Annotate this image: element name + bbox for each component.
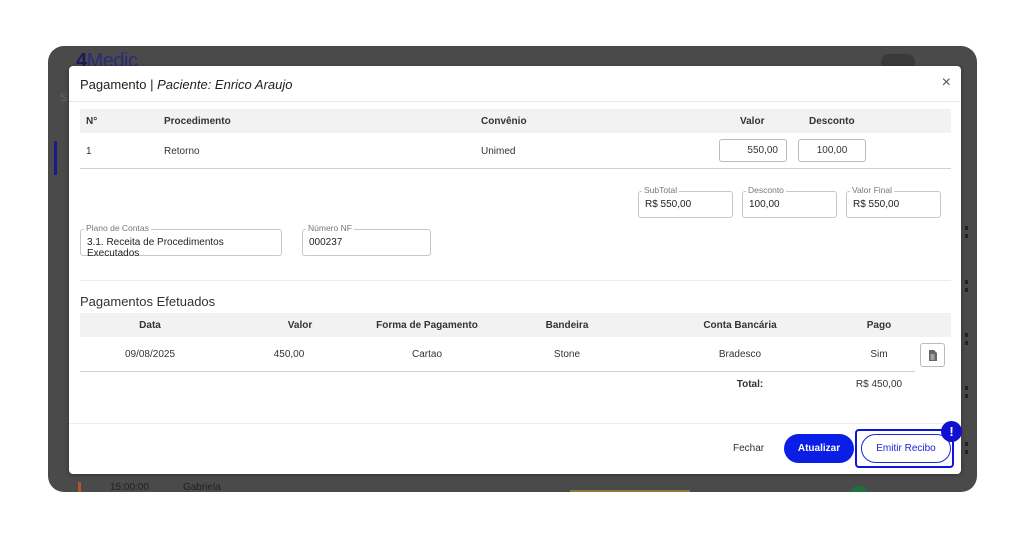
plano-de-contas-value: 3.1. Receita de Procedimentos Executados xyxy=(87,237,224,259)
background-sidebar-active-bar xyxy=(54,141,57,175)
document-icon-svg xyxy=(929,349,937,361)
fechar-button[interactable]: Fechar xyxy=(733,443,764,454)
background-kebab-icon xyxy=(965,442,968,454)
plano-de-contas-select[interactable]: Plano de Contas 3.1. Receita de Procedim… xyxy=(80,223,282,259)
valor-input[interactable]: 550,00 xyxy=(719,139,787,162)
modal-title: Pagamento | Paciente: Enrico Araujo xyxy=(80,77,293,92)
close-icon[interactable]: × xyxy=(942,74,951,92)
header-pago: Pago xyxy=(866,320,892,331)
background-kebab-icon xyxy=(965,280,968,292)
atualizar-button[interactable]: Atualizar xyxy=(784,434,854,463)
payments-total-row: Total: R$ 450,00 xyxy=(80,372,951,398)
background-status-dot xyxy=(850,486,868,492)
procedures-table-header: N° Procedimento Convênio Valor Desconto xyxy=(80,109,951,133)
desconto-value: 100,00 xyxy=(749,199,780,210)
numero-nf-value: 000237 xyxy=(309,237,343,248)
payment-conta: Bradesco xyxy=(718,349,762,360)
desconto-input[interactable]: 100,00 xyxy=(798,139,866,162)
background-row: 15:00:00 Gabriela xyxy=(110,482,221,492)
payment-bandeira: Stone xyxy=(553,349,581,360)
payment-data: 09/08/2025 xyxy=(124,349,176,360)
background-kebab-icon xyxy=(965,333,968,345)
procedure-num: 1 xyxy=(86,146,92,157)
alert-icon: ! xyxy=(941,421,962,442)
background-kebab-icon xyxy=(965,226,968,238)
background-row-marker xyxy=(78,482,81,492)
payment-valor: 450,00 xyxy=(273,349,305,360)
procedure-convenio: Unimed xyxy=(481,146,516,157)
total-value: R$ 450,00 xyxy=(855,379,903,390)
table-row: 1 Retorno Unimed 550,00 100,00 xyxy=(80,133,951,169)
header-desconto: Desconto xyxy=(809,116,855,127)
header-valor: Valor xyxy=(740,116,765,127)
header-valor: Valor xyxy=(287,320,313,331)
valor-final-field[interactable]: Valor Final R$ 550,00 xyxy=(846,185,941,218)
background-kebab-icon xyxy=(965,386,968,398)
total-label: Total: xyxy=(736,379,764,390)
procedure-name: Retorno xyxy=(164,146,200,157)
valor-final-value: R$ 550,00 xyxy=(853,199,900,210)
header-forma: Forma de Pagamento xyxy=(376,320,478,331)
header-conta: Conta Bancária xyxy=(703,320,777,331)
payment-pago: Sim xyxy=(870,349,888,360)
subtotal-value: R$ 550,00 xyxy=(645,199,692,210)
desconto-field[interactable]: Desconto 100,00 xyxy=(742,185,837,218)
document-icon[interactable] xyxy=(920,343,945,367)
subtotal-field[interactable]: SubTotal R$ 550,00 xyxy=(638,185,733,218)
payments-section-title: Pagamentos Efetuados xyxy=(80,294,216,309)
emitir-recibo-button[interactable]: Emitir Recibo xyxy=(861,434,951,463)
header-bandeira: Bandeira xyxy=(545,320,589,331)
header-convenio: Convênio xyxy=(481,116,527,127)
modal-header: Pagamento | Paciente: Enrico Araujo × xyxy=(69,66,961,102)
header-num: N° xyxy=(86,116,98,127)
header-data: Data xyxy=(139,320,161,331)
payment-forma: Cartao xyxy=(411,349,442,360)
table-row: 09/08/2025 450,00 Cartao Stone Bradesco … xyxy=(80,337,915,372)
background-row-bar xyxy=(570,490,690,492)
payments-table-header: Data Valor Forma de Pagamento Bandeira C… xyxy=(80,313,951,337)
footer-divider xyxy=(69,423,961,424)
background-sidebar-letter: S xyxy=(60,92,68,104)
numero-nf-field[interactable]: Número NF 000237 xyxy=(302,223,431,256)
header-procedimento: Procedimento xyxy=(164,116,231,127)
payment-modal: Pagamento | Paciente: Enrico Araujo × N°… xyxy=(69,66,962,474)
section-divider xyxy=(80,280,951,281)
